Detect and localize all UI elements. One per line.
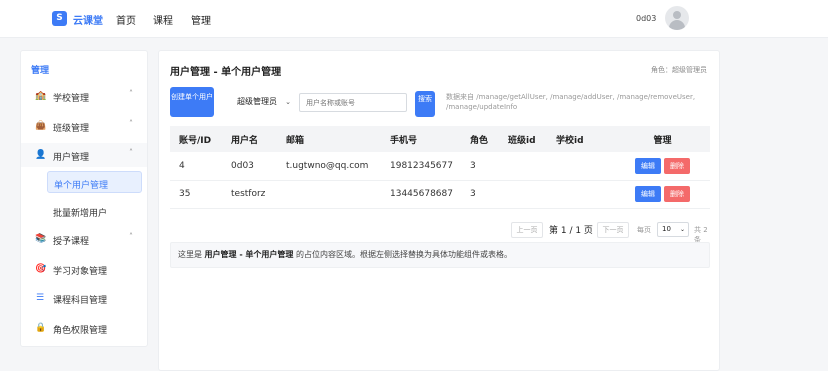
grant-course-icon: 📚: [35, 234, 47, 244]
col-header-manage: 管理: [615, 126, 710, 152]
page-size-select[interactable]: 10 ⌄: [657, 222, 689, 237]
placeholder-bold: 用户管理 - 单个用户管理: [204, 250, 294, 259]
pagination: 上一页 第 1 / 1 页 下一页 每页 10 ⌄ 共 2 条: [511, 222, 711, 244]
cell-actions: 编辑 删除: [615, 180, 710, 209]
prev-page-button[interactable]: 上一页: [511, 222, 543, 238]
sidebar-item-class[interactable]: 👜 班级管理 ˄: [21, 114, 147, 138]
create-user-button[interactable]: 创建单个用户: [170, 87, 214, 117]
sidebar-subitem-single-user[interactable]: 单个用户管理: [47, 171, 142, 193]
sidebar-item-user[interactable]: 👤 用户管理 ˄: [21, 143, 147, 167]
search-input[interactable]: [299, 93, 407, 112]
sidebar-subitem-batch-add[interactable]: 批量新增用户: [47, 200, 142, 222]
table-header-row: 账号/ID 用户名 邮箱 手机号 角色 班级id 学校id 管理: [170, 126, 710, 152]
cell-username: 0d03: [222, 152, 277, 181]
col-header-email: 邮箱: [277, 126, 381, 152]
page-info: 第 1 / 1 页: [549, 226, 593, 236]
edit-button[interactable]: 编辑: [635, 186, 661, 202]
sidebar-item-role-permission[interactable]: 🔒 角色权限管理: [21, 316, 147, 340]
lock-icon: 🔒: [35, 323, 47, 333]
nav-courses[interactable]: 课程: [153, 12, 173, 27]
page-size-value: 10: [662, 225, 671, 233]
table-row: 4 0d03 t.ugtwno@qq.com 19812345677 3 编辑删…: [170, 152, 710, 181]
sidebar-item-label: 学校管理: [53, 94, 90, 104]
caret-up-icon: ˄: [129, 119, 133, 128]
chevron-down-icon: ⌄: [679, 226, 685, 233]
sidebar-item-label: 班级管理: [53, 124, 90, 134]
chevron-down-icon: ⌄: [285, 98, 291, 106]
sidebar-item-label: 授予课程: [53, 237, 90, 247]
cell-class-id: [499, 180, 547, 209]
avatar[interactable]: [665, 6, 689, 30]
placeholder-prefix: 这里是: [178, 250, 205, 259]
avatar-head-shape: [673, 11, 681, 19]
delete-button[interactable]: 删除: [664, 157, 690, 174]
delete-button[interactable]: 删除: [664, 186, 690, 202]
cell-id: 35: [170, 180, 222, 209]
page-title: 用户管理 - 单个用户管理: [170, 67, 282, 78]
sidebar-subitem-label: 单个用户管理: [54, 181, 109, 191]
sidebar-item-grant-course[interactable]: 📚 授予课程 ˄: [21, 227, 147, 251]
cell-username: testforz: [222, 180, 277, 209]
col-header-class-id: 班级id: [499, 126, 547, 152]
nav-manage[interactable]: 管理: [191, 12, 211, 27]
cell-email: [277, 180, 381, 209]
cell-email: t.ugtwno@qq.com: [277, 152, 381, 181]
cell-school-id: [547, 180, 615, 209]
table-row: 35 testforz 13445678687 3 编辑 删除: [170, 180, 710, 209]
list-icon: ☰: [35, 293, 45, 303]
cell-role: 3: [461, 152, 499, 181]
caret-up-icon: ˄: [129, 148, 133, 157]
sidebar-item-label: 课程科目管理: [53, 296, 108, 306]
role-select-value: 超级管理员: [237, 97, 277, 106]
main-panel: 用户管理 - 单个用户管理 角色：超级管理员 创建单个用户 超级管理员 ⌄ 搜索…: [158, 50, 720, 371]
cell-school-id: [547, 152, 615, 181]
sidebar-item-school[interactable]: 🏫 学校管理 ˄: [21, 84, 147, 108]
sidebar-subitem-label: 批量新增用户: [53, 209, 108, 219]
col-header-school-id: 学校id: [547, 126, 615, 152]
user-icon: 👤: [35, 150, 47, 160]
class-icon: 👜: [35, 121, 47, 131]
col-header-username: 用户名: [222, 126, 277, 152]
col-header-id: 账号/ID: [170, 126, 222, 152]
school-icon: 🏫: [35, 91, 47, 101]
sidebar-item-subject[interactable]: ☰ 课程科目管理: [21, 286, 147, 310]
search-button[interactable]: 搜索: [415, 91, 435, 117]
learning-object-icon: 🎯: [35, 264, 47, 274]
caret-up-icon: ˄: [129, 89, 133, 98]
brand-name[interactable]: 云课堂: [73, 12, 103, 27]
avatar-body-shape: [669, 20, 685, 30]
sidebar-item-label: 角色权限管理: [53, 326, 108, 336]
sidebar-item-label: 学习对象管理: [53, 267, 108, 277]
cell-actions: 编辑 删除: [615, 152, 710, 181]
placeholder-suffix: 的占位内容区域。根据左侧选择替换为具体功能组件或表格。: [293, 250, 512, 259]
caret-up-icon: ˄: [129, 232, 133, 241]
cell-phone: 13445678687: [381, 180, 461, 209]
role-select[interactable]: 超级管理员 ⌄: [231, 93, 297, 111]
sidebar: 管理 🏫 学校管理 ˄ 👜 班级管理 ˄ 👤 用户管理 ˄ 单个用户管理 批量新…: [20, 50, 148, 347]
user-table: 账号/ID 用户名 邮箱 手机号 角色 班级id 学校id 管理 4 0d03 …: [170, 126, 710, 209]
logo-icon[interactable]: S: [52, 11, 67, 26]
sidebar-item-learning-object[interactable]: 🎯 学习对象管理: [21, 257, 147, 281]
cell-class-id: [499, 152, 547, 181]
role-badge: 角色：超级管理员: [651, 66, 707, 74]
placeholder-note: 这里是 用户管理 - 单个用户管理 的占位内容区域。根据左侧选择替换为具体功能组…: [170, 242, 710, 268]
username[interactable]: 0d03: [636, 14, 656, 23]
cell-id: 4: [170, 152, 222, 181]
next-page-button[interactable]: 下一页: [597, 222, 629, 238]
edit-button[interactable]: 编辑: [635, 157, 661, 174]
top-navbar: S 云课堂 首页 课程 管理 0d03: [0, 0, 828, 38]
per-page-label: 每页: [637, 226, 651, 234]
col-header-role: 角色: [461, 126, 499, 152]
sidebar-title: 管理: [31, 66, 50, 76]
col-header-phone: 手机号: [381, 126, 461, 152]
nav-home[interactable]: 首页: [116, 12, 136, 27]
api-source-note: 数据来自 /manage/getAllUser, /manage/addUser…: [446, 93, 696, 111]
cell-role: 3: [461, 180, 499, 209]
cell-phone: 19812345677: [381, 152, 461, 181]
sidebar-item-label: 用户管理: [53, 153, 90, 163]
